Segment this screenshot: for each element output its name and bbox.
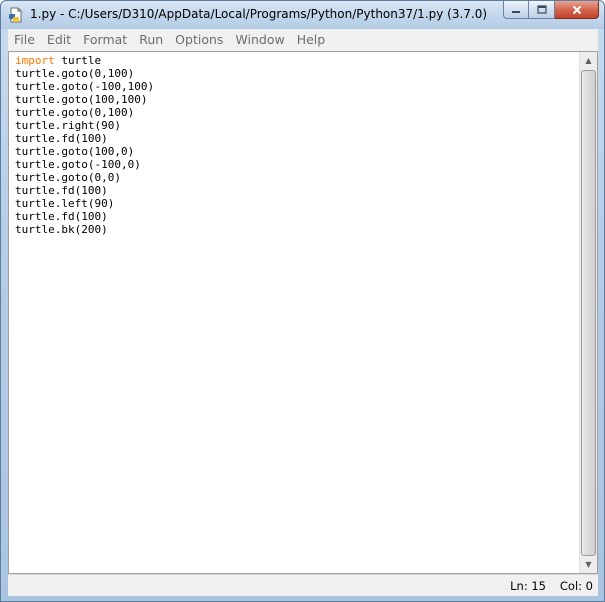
menu-file[interactable]: File <box>8 29 41 51</box>
scroll-up-arrow-icon[interactable]: ▲ <box>580 52 597 69</box>
code-line: turtle.goto(0,100) <box>15 67 135 80</box>
minimize-button[interactable] <box>503 1 529 19</box>
menu-window[interactable]: Window <box>229 29 290 51</box>
minimize-icon <box>512 10 520 13</box>
menu-run[interactable]: Run <box>133 29 169 51</box>
keyword-import: import <box>15 54 55 67</box>
menu-bar: File Edit Format Run Options Window Help <box>8 29 598 52</box>
vertical-scrollbar[interactable]: ▲ ▼ <box>579 52 597 573</box>
line-number-status: Ln: 15 <box>510 579 546 593</box>
status-bar: Ln: 15 Col: 0 <box>8 574 598 596</box>
code-line-1-rest: turtle <box>54 54 102 67</box>
code-line: turtle.fd(100) <box>15 184 108 197</box>
scroll-down-arrow-icon[interactable]: ▼ <box>580 556 597 573</box>
column-number-status: Col: 0 <box>559 579 593 593</box>
code-editor[interactable]: import turtle turtle.goto(0,100) turtle.… <box>8 51 598 574</box>
code-line: turtle.bk(200) <box>15 223 108 236</box>
maximize-button[interactable] <box>529 1 555 19</box>
menu-options[interactable]: Options <box>169 29 229 51</box>
python-file-icon <box>8 7 24 23</box>
close-icon <box>572 5 581 14</box>
menu-format[interactable]: Format <box>77 29 133 51</box>
code-line: turtle.goto(100,100) <box>15 93 148 106</box>
code-line: turtle.fd(100) <box>15 210 108 223</box>
code-line: turtle.left(90) <box>15 197 115 210</box>
code-line: turtle.goto(0,0) <box>15 171 121 184</box>
title-bar[interactable]: 1.py - C:/Users/D310/AppData/Local/Progr… <box>1 1 604 29</box>
code-text[interactable]: import turtle turtle.goto(0,100) turtle.… <box>15 54 154 236</box>
code-line: turtle.goto(0,100) <box>15 106 135 119</box>
code-line: turtle.right(90) <box>15 119 121 132</box>
idle-editor-window: 1.py - C:/Users/D310/AppData/Local/Progr… <box>0 0 605 602</box>
menu-edit[interactable]: Edit <box>41 29 77 51</box>
window-title: 1.py - C:/Users/D310/AppData/Local/Progr… <box>30 7 488 21</box>
code-line: turtle.goto(-100,0) <box>15 158 141 171</box>
code-line: turtle.goto(-100,100) <box>15 80 155 93</box>
code-line: turtle.fd(100) <box>15 132 108 145</box>
scrollbar-thumb[interactable] <box>581 70 596 556</box>
maximize-icon <box>536 5 547 14</box>
menu-help[interactable]: Help <box>291 29 332 51</box>
code-line: turtle.goto(100,0) <box>15 145 135 158</box>
close-button[interactable] <box>555 1 599 19</box>
